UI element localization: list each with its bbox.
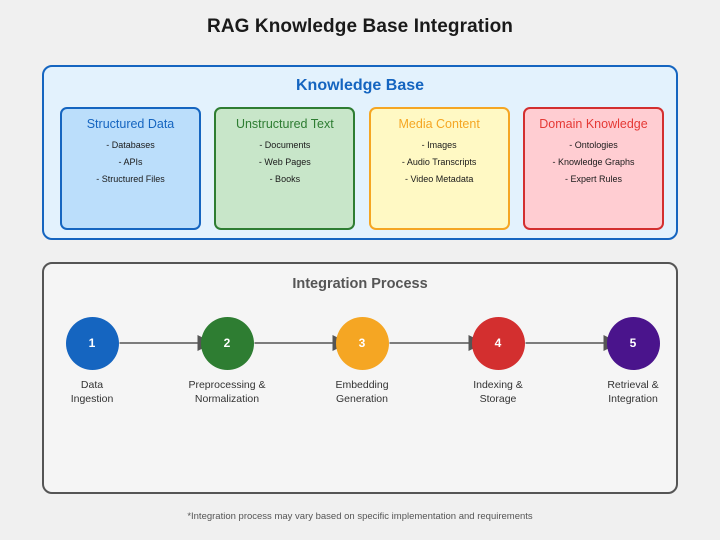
diagram-canvas: RAG Knowledge Base Integration Knowledge… [0, 0, 720, 540]
process-step[interactable]: 4 Indexing & Storage [438, 316, 558, 407]
footnote: *Integration process may vary based on s… [187, 511, 533, 522]
process-step-label: Indexing & Storage [473, 378, 523, 406]
knowledge-base-card[interactable]: Unstructured Text - Documents - Web Pages -… [214, 107, 356, 230]
process-step[interactable]: 3 Embedding Generation [302, 316, 422, 407]
knowledge-base-card-item: - Audio Transcripts [401, 157, 477, 167]
knowledge-base-card-item: - Structured Files [96, 174, 165, 184]
process-step[interactable]: 1 Data Ingestion [32, 316, 152, 407]
knowledge-base-card[interactable]: Media Content - Images - Audio Transcripts… [368, 107, 510, 230]
knowledge-base-card-title: Media Content [398, 117, 480, 131]
process-step[interactable]: 2 Preprocessing & Normalization [167, 316, 287, 407]
knowledge-base-card-title: Domain Knowledge [539, 117, 648, 131]
process-step-number: 2 [200, 316, 254, 370]
knowledge-base-card-item: - Documents [259, 140, 311, 150]
process-step-number: 1 [65, 316, 119, 370]
knowledge-base-card-item: - Books [269, 174, 301, 184]
knowledge-base-card-item: - Knowledge Graphs [552, 157, 635, 167]
process-steps-area: 1 Data Ingestion 2 Preprocessing & Normalizat… [44, 264, 680, 496]
process-step[interactable]: 5 Retrieval & Integration [573, 316, 693, 407]
process-step-number: 4 [471, 316, 525, 370]
knowledge-base-card-item: - Web Pages [258, 157, 311, 167]
knowledge-base-card-item: - Expert Rules [564, 174, 622, 184]
knowledge-base-card-title: Structured Data [86, 117, 175, 131]
knowledge-base-panel: Knowledge Base Structured Data - Database… [42, 65, 678, 240]
knowledge-base-card[interactable]: Structured Data - Databases - APIs - Struct… [60, 107, 201, 230]
process-step-number: 5 [606, 316, 660, 370]
process-step-label: Preprocessing & Normalization [188, 378, 266, 406]
knowledge-base-card-list: Structured Data - Databases - APIs - Struct… [60, 107, 664, 230]
process-step-label: Retrieval & Integration [607, 378, 659, 406]
page-title: RAG Knowledge Base Integration [207, 16, 513, 37]
knowledge-base-card-item: - Video Metadata [404, 174, 474, 184]
process-step-label: Data Ingestion [70, 378, 114, 406]
integration-process-panel: Integration Process 1 Data Ingestion 2 Prepr… [42, 262, 678, 494]
knowledge-base-card-item: - Ontologies [569, 140, 618, 150]
process-step-number: 3 [335, 316, 389, 370]
knowledge-base-card-item: - APIs [118, 157, 143, 167]
process-step-label: Embedding Generation [335, 378, 389, 406]
knowledge-base-card-title: Unstructured Text [235, 117, 334, 131]
knowledge-base-card-item: - Images [421, 140, 457, 150]
knowledge-base-card-item: - Databases [106, 140, 155, 150]
knowledge-base-card[interactable]: Domain Knowledge - Ontologies - Knowledge … [522, 107, 664, 230]
knowledge-base-heading: Knowledge Base [295, 77, 425, 94]
